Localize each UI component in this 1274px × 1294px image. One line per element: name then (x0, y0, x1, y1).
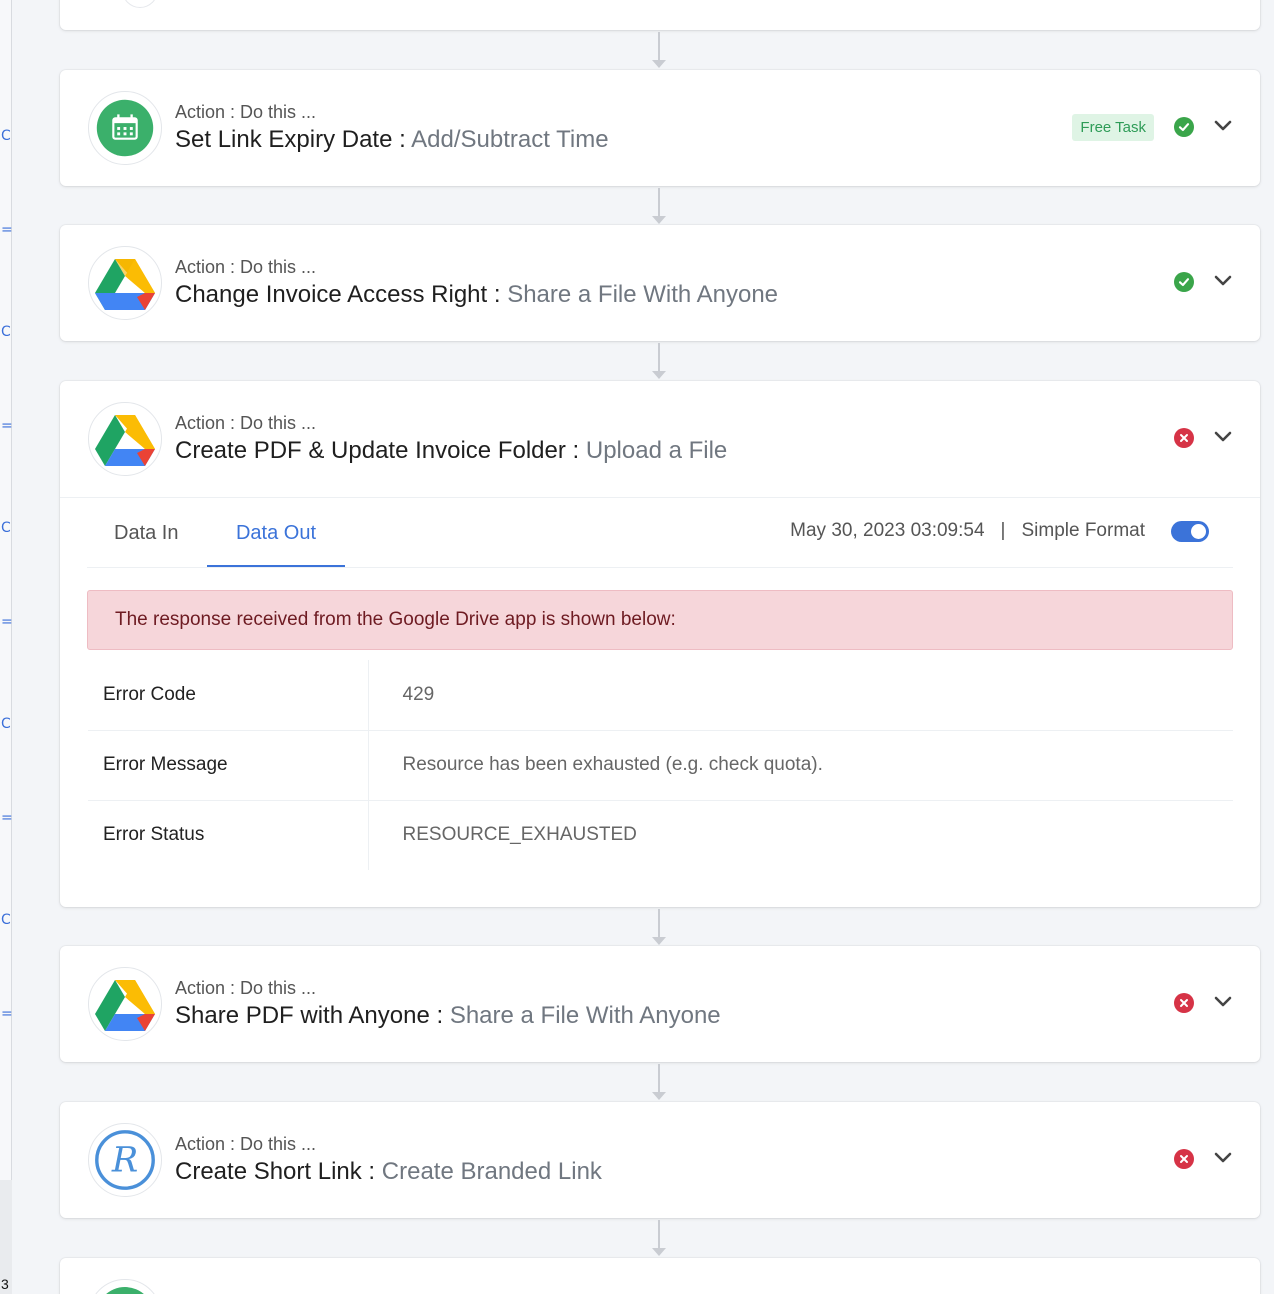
google-drive-icon (95, 415, 155, 466)
app-avatar (88, 246, 162, 320)
previous-step-card[interactable] (60, 0, 1260, 30)
calendar-icon (96, 99, 154, 157)
step-card-share-pdf[interactable]: Action : Do this ... Share PDF with Anyo… (60, 946, 1260, 1062)
row-value: 429 (402, 683, 435, 705)
step-subtitle: Action : Do this ... (175, 1134, 317, 1154)
step-connector (652, 32, 666, 68)
rebrandly-icon: R (95, 1130, 155, 1190)
step-card-set-link-expiry[interactable]: Action : Do this ... Set Link Expiry Dat… (60, 70, 1260, 186)
step-connector (652, 188, 666, 224)
gutter-mark: = (1, 614, 13, 630)
error-status-icon (1174, 993, 1194, 1013)
chevron-down-icon[interactable] (1212, 270, 1234, 292)
avatar (122, 0, 158, 8)
row-value: Resource has been exhausted (e.g. check … (368, 729, 1233, 800)
title-separator: : (361, 1158, 382, 1185)
step-name: Create PDF & Update Invoice Folder (175, 437, 566, 464)
error-status-icon (1174, 428, 1194, 448)
app-avatar (88, 402, 162, 476)
table-row: Error Code 429 (88, 660, 1233, 730)
app-icon (96, 1287, 154, 1294)
chevron-down-icon[interactable] (1212, 426, 1234, 448)
title-separator: : (392, 126, 412, 153)
chevron-down-icon[interactable] (1212, 1147, 1234, 1169)
left-gutter: C = C = C = C = C = 3 (0, 0, 13, 1294)
step-card-create-pdf[interactable]: Action : Do this ... Create PDF & Update… (60, 381, 1260, 907)
simple-format-toggle[interactable] (1171, 520, 1209, 542)
step-action: Add/Subtract Time (411, 126, 609, 153)
error-response-alert: The response received from the Google Dr… (87, 590, 1233, 650)
response-table: Error Code 429 Error Message Resource ha… (88, 660, 1233, 870)
detail-tabs: Data In Data Out May 30, 2023 03:09:54 |… (87, 498, 1233, 568)
step-subtitle: Action : Do this ... (175, 978, 317, 998)
gutter-mark: = (1, 810, 13, 826)
gutter-mark: C (1, 912, 11, 928)
next-step-card[interactable] (60, 1258, 1260, 1294)
step-name: Share PDF with Anyone (175, 1002, 430, 1029)
step-action: Share a File With Anyone (507, 281, 779, 308)
google-drive-icon (95, 259, 155, 310)
step-connector (652, 909, 666, 945)
gutter-mark: C (1, 324, 11, 340)
step-action: Share a File With Anyone (449, 1002, 721, 1029)
title-separator: : (487, 281, 508, 308)
gutter-mark: C (1, 716, 11, 732)
step-action: Create Branded Link (381, 1158, 602, 1185)
step-action: Upload a File (585, 437, 728, 464)
app-avatar (88, 91, 162, 165)
step-title: Create PDF & Update Invoice Folder : Upl… (175, 437, 727, 465)
free-task-badge: Free Task (1072, 114, 1154, 141)
gutter-mark: C (1, 520, 11, 536)
step-subtitle: Action : Do this ... (175, 413, 317, 433)
app-avatar (88, 967, 162, 1041)
step-card-change-invoice-access[interactable]: Action : Do this ... Change Invoice Acce… (60, 225, 1260, 341)
step-title: Create Short Link : Create Branded Link (175, 1158, 602, 1186)
simple-format-label: Simple Format (1021, 520, 1145, 541)
chevron-down-icon[interactable] (1212, 115, 1234, 137)
step-connector (652, 1220, 666, 1256)
meta-separator: | (1000, 520, 1006, 541)
run-meta: May 30, 2023 03:09:54 | Simple Format (790, 520, 1209, 542)
step-details-panel: Data In Data Out May 30, 2023 03:09:54 |… (60, 497, 1260, 870)
title-separator: : (429, 1002, 450, 1029)
gutter-mark: = (1, 418, 13, 434)
gutter-mark: = (1, 1006, 13, 1022)
step-title: Share PDF with Anyone : Share a File Wit… (175, 1002, 721, 1030)
step-card-create-short-link[interactable]: R Action : Do this ... Create Short Link… (60, 1102, 1260, 1218)
page-number: 3 (1, 1276, 9, 1292)
chevron-down-icon[interactable] (1212, 991, 1234, 1013)
title-separator: : (565, 437, 586, 464)
step-subtitle: Action : Do this ... (175, 102, 317, 122)
row-key: Error Status (88, 799, 369, 870)
row-key: Error Code (88, 660, 369, 730)
step-name: Set Link Expiry Date (175, 126, 393, 153)
success-status-icon (1174, 117, 1194, 137)
row-value: RESOURCE_EXHAUSTED (368, 799, 1233, 870)
step-title: Change Invoice Access Right : Share a Fi… (175, 281, 778, 309)
step-connector (652, 1064, 666, 1100)
app-avatar (88, 1279, 162, 1294)
toggle-knob (1191, 523, 1206, 539)
step-connector (652, 343, 666, 379)
step-subtitle: Action : Do this ... (175, 257, 317, 277)
gutter-mark: C (1, 128, 11, 144)
svg-text:R: R (111, 1140, 138, 1181)
success-status-icon (1174, 272, 1194, 292)
table-row: Error Status RESOURCE_EXHAUSTED (88, 799, 1233, 870)
run-timestamp: May 30, 2023 03:09:54 (790, 520, 985, 541)
error-status-icon (1174, 1149, 1194, 1169)
table-row: Error Message Resource has been exhauste… (88, 729, 1233, 800)
tab-data-out[interactable]: Data Out (207, 498, 345, 567)
google-drive-icon (95, 980, 155, 1031)
app-avatar: R (88, 1123, 162, 1197)
gutter-mark: = (1, 222, 13, 238)
row-key: Error Message (88, 729, 369, 800)
step-name: Create Short Link (175, 1158, 362, 1185)
step-name: Change Invoice Access Right (175, 281, 488, 308)
step-title: Set Link Expiry Date : Add/Subtract Time (175, 126, 609, 154)
